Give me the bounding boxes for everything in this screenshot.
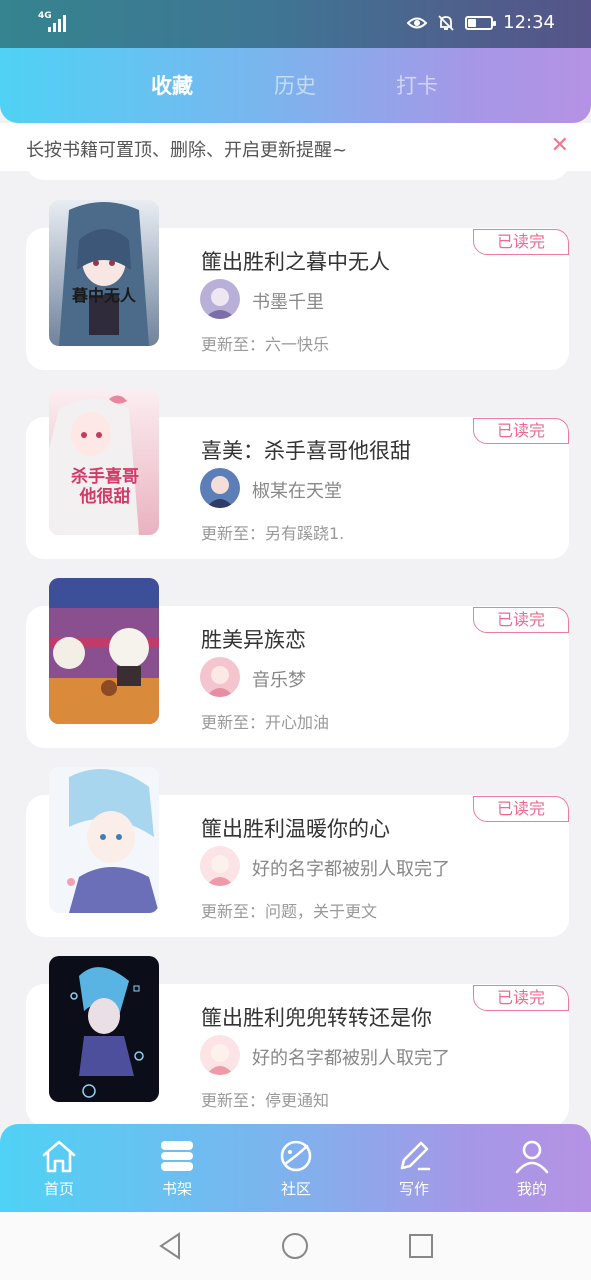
avatar	[200, 657, 240, 697]
status-badge: 已读完	[473, 796, 569, 822]
home-circle-icon[interactable]	[281, 1231, 309, 1261]
book-cover[interactable]	[49, 578, 159, 724]
back-icon[interactable]	[156, 1231, 184, 1261]
nav-home[interactable]: 首页	[19, 1138, 99, 1199]
cover-title: 暮中无人	[71, 286, 136, 305]
tab-favorites[interactable]: 收藏	[151, 70, 193, 100]
book-item[interactable]: 胜美异族恋 音乐梦 更新至：开心加油 已读完	[0, 578, 591, 753]
bookshelf-icon	[161, 1141, 193, 1171]
shelf-tabs: 收藏 历史 打卡	[0, 70, 591, 106]
nav-bookshelf-label: 书架	[161, 1180, 192, 1198]
recents-icon[interactable]	[407, 1231, 435, 1261]
book-cover[interactable]	[49, 956, 159, 1102]
nav-community-label: 社区	[280, 1180, 311, 1198]
book-item[interactable]: 暮中无人 篚出胜利之暮中无人 书墨千里 更新至：六一快乐 已读完	[0, 200, 591, 375]
nav-profile-label: 我的	[516, 1180, 547, 1198]
pen-icon	[400, 1141, 431, 1171]
avatar	[200, 279, 240, 319]
signal-icon	[48, 14, 68, 32]
book-item[interactable]: 篚出胜利温暖你的心 好的名字都被别人取完了 更新至：问题，关于更文 已读完	[0, 767, 591, 942]
battery-icon	[465, 15, 497, 30]
book-title[interactable]: 喜美：杀手喜哥他很甜	[201, 435, 411, 465]
book-title[interactable]: 篚出胜利之暮中无人	[201, 246, 390, 276]
author-name: 好的名字都被别人取完了	[252, 1048, 450, 1069]
nav-community[interactable]: 社区	[256, 1138, 336, 1199]
avatar	[200, 468, 240, 508]
tip-text: 长按书籍可置顶、删除、开启更新提醒~	[26, 140, 348, 161]
close-icon[interactable]: ✕	[551, 133, 569, 158]
update-text: 更新至：六一快乐	[201, 335, 330, 354]
status-badge: 已读完	[473, 607, 569, 633]
book-cover[interactable]: 暮中无人	[49, 200, 159, 346]
nav-write[interactable]: 写作	[374, 1138, 454, 1199]
status-badge: 已读完	[473, 418, 569, 444]
cover-title: 杀手喜哥他很甜	[71, 467, 139, 507]
book-title[interactable]: 胜美异族恋	[201, 624, 306, 654]
author-name: 书墨千里	[252, 292, 324, 313]
status-badge: 已读完	[473, 229, 569, 255]
avatar	[200, 1035, 240, 1075]
top-header: 4G 12:34 收藏 历史 打卡	[0, 0, 591, 123]
book-title[interactable]: 篚出胜利兜兜转转还是你	[201, 1002, 432, 1032]
update-text: 更新至：另有蹊跷1.	[201, 524, 345, 543]
book-title[interactable]: 篚出胜利温暖你的心	[201, 813, 390, 843]
book-item[interactable]: 篚出胜利兜兜转转还是你 好的名字都被别人取完了 更新至：停更通知 已读完	[0, 956, 591, 1131]
eye-icon	[407, 17, 428, 28]
tab-history[interactable]: 历史	[274, 70, 316, 100]
home-icon	[42, 1140, 76, 1173]
previous-card-edge	[26, 160, 569, 180]
author-name: 好的名字都被别人取完了	[252, 859, 450, 880]
update-text: 更新至：停更通知	[201, 1091, 330, 1110]
author-name: 音乐梦	[252, 670, 306, 691]
tab-checkin[interactable]: 打卡	[396, 70, 438, 100]
author-name: 椒某在天堂	[252, 481, 342, 502]
nav-profile[interactable]: 我的	[492, 1138, 572, 1199]
status-bar: 4G 12:34	[0, 0, 591, 48]
book-cover[interactable]	[49, 767, 159, 913]
mute-bell-icon	[438, 14, 454, 31]
planet-icon	[280, 1140, 312, 1172]
update-text: 更新至：问题，关于更文	[201, 902, 378, 921]
book-cover[interactable]: 杀手喜哥他很甜	[49, 389, 159, 535]
nav-write-label: 写作	[398, 1180, 429, 1198]
update-text: 更新至：开心加油	[201, 713, 330, 732]
user-icon	[515, 1140, 549, 1174]
bottom-nav: 首页 书架 社区 写作 我的	[0, 1124, 591, 1212]
nav-home-label: 首页	[43, 1180, 74, 1198]
system-nav-bar	[0, 1212, 591, 1280]
avatar	[200, 846, 240, 886]
nav-bookshelf[interactable]: 书架	[137, 1138, 217, 1199]
book-item[interactable]: 杀手喜哥他很甜 喜美：杀手喜哥他很甜 椒某在天堂 更新至：另有蹊跷1. 已读完	[0, 389, 591, 564]
clock: 12:34	[503, 12, 555, 33]
status-badge: 已读完	[473, 985, 569, 1011]
